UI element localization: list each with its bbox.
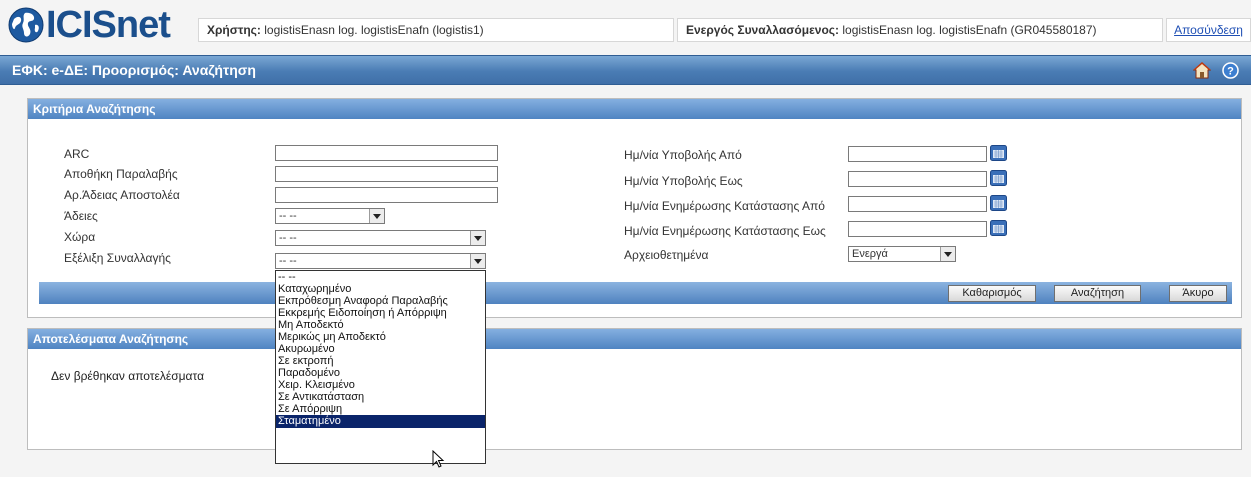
country-select-value: -- --	[279, 232, 297, 244]
search-results-panel: Αποτελέσματα Αναζήτησης Δεν βρέθηκαν απο…	[27, 328, 1242, 450]
licenses-label: Άδειες	[64, 209, 98, 223]
dropdown-option[interactable]: Ακυρωμένο	[276, 343, 485, 355]
search-criteria-panel: Κριτήρια Αναζήτησης ARC Αποθήκη Παραλαβή…	[27, 98, 1242, 318]
archived-label: Αρχειοθετημένα	[624, 248, 709, 262]
transaction-status-label: Εξέλιξη Συναλλαγής	[64, 251, 171, 265]
archived-select[interactable]: Ενεργά	[848, 246, 956, 262]
criteria-header: Κριτήρια Αναζήτησης	[28, 99, 1241, 119]
user-value: logistisEnasn log. logistisEnafn (logist…	[264, 23, 484, 37]
chevron-down-icon[interactable]	[470, 254, 485, 268]
calendar-icon[interactable]	[990, 195, 1007, 211]
trader-value: logistisEnasn log. logistisEnafn (GR0455…	[842, 23, 1097, 37]
calendar-icon[interactable]	[990, 145, 1007, 161]
dropdown-option[interactable]: Μερικώς μη Αποδεκτό	[276, 331, 485, 343]
logo-text: ICISnet	[46, 4, 171, 46]
chevron-down-icon[interactable]	[470, 231, 485, 245]
dropdown-option[interactable]: Χειρ. Κλεισμένο	[276, 379, 485, 391]
user-label: Χρήστης:	[207, 23, 261, 37]
submit-date-from-label: Ημ/νία Υποβολής Από	[624, 148, 742, 162]
dropdown-option[interactable]: Παραδομένο	[276, 367, 485, 379]
logout-link[interactable]: Αποσύνδεση	[1166, 18, 1251, 42]
calendar-icon[interactable]	[990, 170, 1007, 186]
dropdown-option[interactable]: -- --	[276, 271, 485, 283]
receiving-warehouse-input[interactable]	[275, 166, 498, 182]
button-bar: Καθαρισμός Αναζήτηση Άκυρο	[39, 282, 1232, 304]
home-icon[interactable]	[1193, 62, 1211, 79]
status-update-date-from-input[interactable]	[848, 196, 987, 212]
transaction-status-select-value: -- --	[279, 255, 297, 267]
cancel-button[interactable]: Άκυρο	[1169, 285, 1227, 302]
svg-text:?: ?	[1227, 66, 1234, 78]
logo: ICISnet	[8, 4, 171, 46]
dropdown-option[interactable]: Σε Απόρριψη	[276, 403, 485, 415]
globe-logo-icon	[8, 7, 44, 43]
trader-info: Ενεργός Συναλλασόμενος: logistisEnasn lo…	[677, 18, 1163, 42]
top-bar: ICISnet Χρήστης: logistisEnasn log. logi…	[0, 0, 1251, 52]
clear-button[interactable]: Καθαρισμός	[948, 285, 1036, 302]
receiving-warehouse-label: Αποθήκη Παραλαβής	[64, 167, 178, 181]
dropdown-option[interactable]: Σε εκτροπή	[276, 355, 485, 367]
search-button[interactable]: Αναζήτηση	[1054, 285, 1141, 302]
chevron-down-icon[interactable]	[369, 209, 384, 223]
no-results-message: Δεν βρέθηκαν αποτελέσματα	[51, 369, 205, 383]
transaction-status-select[interactable]: -- --	[275, 253, 486, 269]
arc-label: ARC	[64, 147, 90, 161]
help-icon[interactable]: ?	[1222, 62, 1239, 79]
mouse-cursor-icon	[432, 450, 445, 468]
dropdown-option[interactable]: Εκπρόθεσμη Αναφορά Παραλαβής	[276, 295, 485, 307]
arc-input[interactable]	[275, 145, 498, 161]
status-update-date-to-label: Ημ/νία Ενημέρωσης Κατάστασης Εως	[624, 224, 826, 238]
dropdown-option[interactable]: Καταχωρημένο	[276, 283, 485, 295]
submit-date-to-input[interactable]	[848, 171, 987, 187]
dropdown-option[interactable]: Μη Αποδεκτό	[276, 319, 485, 331]
licenses-select[interactable]: -- --	[275, 208, 385, 224]
dropdown-option[interactable]: Εκκρεμής Ειδοποίηση ή Απόρριψη	[276, 307, 485, 319]
country-select[interactable]: -- --	[275, 230, 486, 246]
calendar-icon[interactable]	[990, 220, 1007, 236]
status-update-date-from-label: Ημ/νία Ενημέρωσης Κατάστασης Από	[624, 199, 825, 213]
submit-date-from-input[interactable]	[848, 146, 987, 162]
trader-label: Ενεργός Συναλλασόμενος:	[686, 23, 840, 37]
archived-select-value: Ενεργά	[852, 248, 888, 260]
results-header: Αποτελέσματα Αναζήτησης	[28, 329, 1241, 349]
dropdown-option[interactable]: Σε Αντικατάσταση	[276, 391, 485, 403]
title-bar: ΕΦΚ: e-ΔΕ: Προορισμός: Αναζήτηση ?	[0, 55, 1251, 85]
sender-license-label: Αρ.Άδειας Αποστολέα	[64, 188, 180, 202]
page-title: ΕΦΚ: e-ΔΕ: Προορισμός: Αναζήτηση	[12, 62, 256, 78]
sender-license-input[interactable]	[275, 187, 498, 203]
submit-date-to-label: Ημ/νία Υποβολής Εως	[624, 174, 743, 188]
country-label: Χώρα	[64, 230, 96, 244]
status-update-date-to-input[interactable]	[848, 221, 987, 237]
licenses-select-value: -- --	[279, 210, 297, 222]
user-info: Χρήστης: logistisEnasn log. logistisEnaf…	[198, 18, 674, 42]
chevron-down-icon[interactable]	[940, 247, 955, 261]
transaction-status-dropdown-list: -- -- Καταχωρημένο Εκπρόθεσμη Αναφορά Πα…	[275, 270, 486, 464]
dropdown-option-selected[interactable]: Σταματημένο	[276, 415, 485, 428]
